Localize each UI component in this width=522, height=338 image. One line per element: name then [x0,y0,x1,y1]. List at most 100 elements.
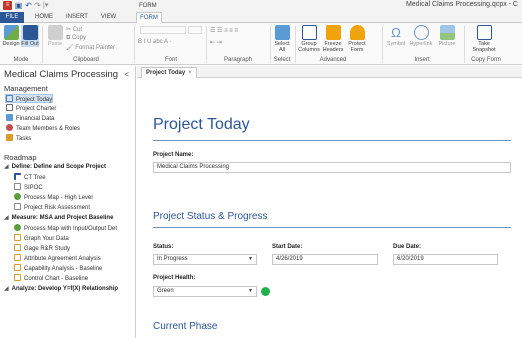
attribute-icon [14,254,21,261]
design-icon [3,25,19,40]
tab-home[interactable]: HOME [29,12,59,23]
capability-icon [14,264,21,271]
phase-analyze[interactable]: ◢ Analyze: Develop Y=f(X) Relationship [4,285,118,294]
app-logo-icon: ≡ [3,1,12,10]
current-phase-heading: Current Phase [153,321,218,332]
collapse-pane-icon[interactable]: < [124,70,129,79]
roadmap-heading: Roadmap [4,153,37,162]
project-name-label: Project Name: [153,152,194,158]
font-style-buttons[interactable]: B I U abc A · [138,39,171,45]
risk-icon [14,203,21,210]
nav-item-graph-your-data[interactable]: Graph Your Data [14,234,69,243]
home-icon [6,95,13,102]
collapse-caret-icon[interactable]: ◢ [4,286,9,292]
nav-item-capability-analysis[interactable]: Capability Analysis - Baseline [14,264,102,273]
list-alignment-buttons[interactable]: ☰ ☰ ≡ ≡ ≡ [210,27,238,34]
ribbon-divider [206,26,207,63]
start-date-label: Start Date: [272,244,303,250]
project-health-select[interactable]: Green ▼ [153,286,257,297]
window-title: Medical Claims Processing.qcpx - C [405,1,518,8]
group-columns-button[interactable]: Group Columns [298,25,320,53]
phase-measure[interactable]: ◢ Measure: MSA and Project Baseline [4,214,113,223]
cut-button[interactable]: ✂ Cut [66,26,82,33]
phase-define[interactable]: ◢ Define: Define and Scope Project [4,163,106,172]
font-size-select[interactable] [188,26,202,34]
quick-access-customize-icon[interactable]: |▾ [43,1,48,9]
collapse-caret-icon[interactable]: ◢ [4,215,9,221]
process-map-icon [14,193,21,200]
due-date-label: Due Date: [393,244,422,250]
indent-buttons[interactable]: ⇤ ⇥ [210,39,222,46]
status-select[interactable]: In Progress ▼ [153,254,257,265]
format-painter-button[interactable]: 🖌 Format Painter [66,44,115,51]
close-tab-icon[interactable]: × [188,70,192,76]
picture-button[interactable]: Picture [436,25,458,47]
tab-view[interactable]: VIEW [95,12,122,23]
financial-icon [6,114,13,121]
chevron-down-icon: ▼ [248,288,253,294]
ribbon-divider [134,26,135,63]
freeze-headers-button[interactable]: Freeze Headers [322,25,344,53]
save-icon[interactable]: ▣ [14,1,23,10]
title-bar: ≡ ▣ ↶ ↷ |▾ FORM Medical Claims Processin… [0,0,522,12]
document-tab-bar: Project Today × [137,66,522,78]
insert-group-label: Insert [414,57,430,63]
start-date-field[interactable]: 4/26/2019 [272,254,378,265]
tasks-icon [6,134,13,141]
project-title: Medical Claims Processing [4,69,119,80]
health-status-indicator [261,287,270,296]
form-page: Project Today Project Name: Medical Clai… [137,78,522,338]
undo-icon[interactable]: ↶ [24,1,33,10]
nav-item-sipoc[interactable]: SIPOC [14,183,43,192]
gage-icon [14,244,21,251]
nav-item-process-map-io[interactable]: Process Map with Input/Output Det [14,224,117,233]
navigation-pane: Medical Claims Processing < Management P… [0,66,136,338]
picture-icon [439,25,455,40]
freeze-headers-icon [325,25,341,40]
tab-project-today[interactable]: Project Today × [141,67,197,78]
nav-item-process-map-high-level[interactable]: Process Map - High Level [14,193,93,202]
nav-item-project-charter[interactable]: Project Charter [6,104,56,113]
ribbon-divider [42,26,43,63]
chevron-down-icon: ▼ [248,256,253,262]
collapse-caret-icon[interactable]: ◢ [4,164,9,170]
nav-item-project-today[interactable]: Project Today [5,94,53,103]
nav-item-tasks[interactable]: Tasks [6,134,31,143]
mode-group-label: Mode [13,57,29,63]
paste-icon [47,25,63,40]
tab-insert[interactable]: INSERT [62,12,92,23]
protect-form-button[interactable]: Protect Form [346,25,368,53]
page-title: Project Today [153,116,250,133]
status-section-heading: Project Status & Progress [153,211,268,222]
select-all-button[interactable]: Select All [272,25,292,53]
paste-button[interactable]: Paste [46,25,64,47]
group-columns-icon [301,25,317,40]
nav-item-gage-rr[interactable]: Gage R&R Study [14,244,70,253]
project-health-label: Project Health: [153,275,196,281]
nav-item-attribute-agreement[interactable]: Attribute Agreement Analysis [14,254,101,263]
tab-file[interactable]: FILE [0,12,24,23]
select-all-icon [274,25,290,40]
nav-item-financial-data[interactable]: Financial Data [6,114,54,123]
symbol-button[interactable]: Ω Symbol [386,25,406,47]
copy-form-group-label: Copy Form [471,57,501,63]
hyperlink-button[interactable]: Hyperlink [408,25,434,47]
copy-button[interactable]: ⧉ Copy [66,35,86,42]
ribbon-divider [295,26,296,63]
nav-item-project-risk-assessment[interactable]: Project Risk Assessment [14,203,90,212]
fill-out-mode-button[interactable]: Fill Out [21,25,39,47]
nav-item-ct-tree[interactable]: CT Tree [14,173,46,182]
project-name-field[interactable]: Medical Claims Processing [153,162,511,173]
redo-icon[interactable]: ↷ [33,1,42,10]
graph-icon [14,234,21,241]
ribbon: Design Fill Out Mode Paste ✂ Cut ⧉ Copy … [0,23,522,65]
font-family-select[interactable] [140,26,186,34]
due-date-field[interactable]: 6/20/2019 [393,254,498,265]
take-snapshot-button[interactable]: Take Snapshot [470,25,498,53]
select-group-label: Select [273,57,291,63]
design-mode-button[interactable]: Design [2,25,20,47]
status-label: Status: [153,244,174,250]
ribbon-divider [464,26,465,63]
nav-item-team-members[interactable]: Team Members & Roles [6,124,80,133]
nav-item-control-chart[interactable]: Control Chart - Baseline [14,274,88,283]
